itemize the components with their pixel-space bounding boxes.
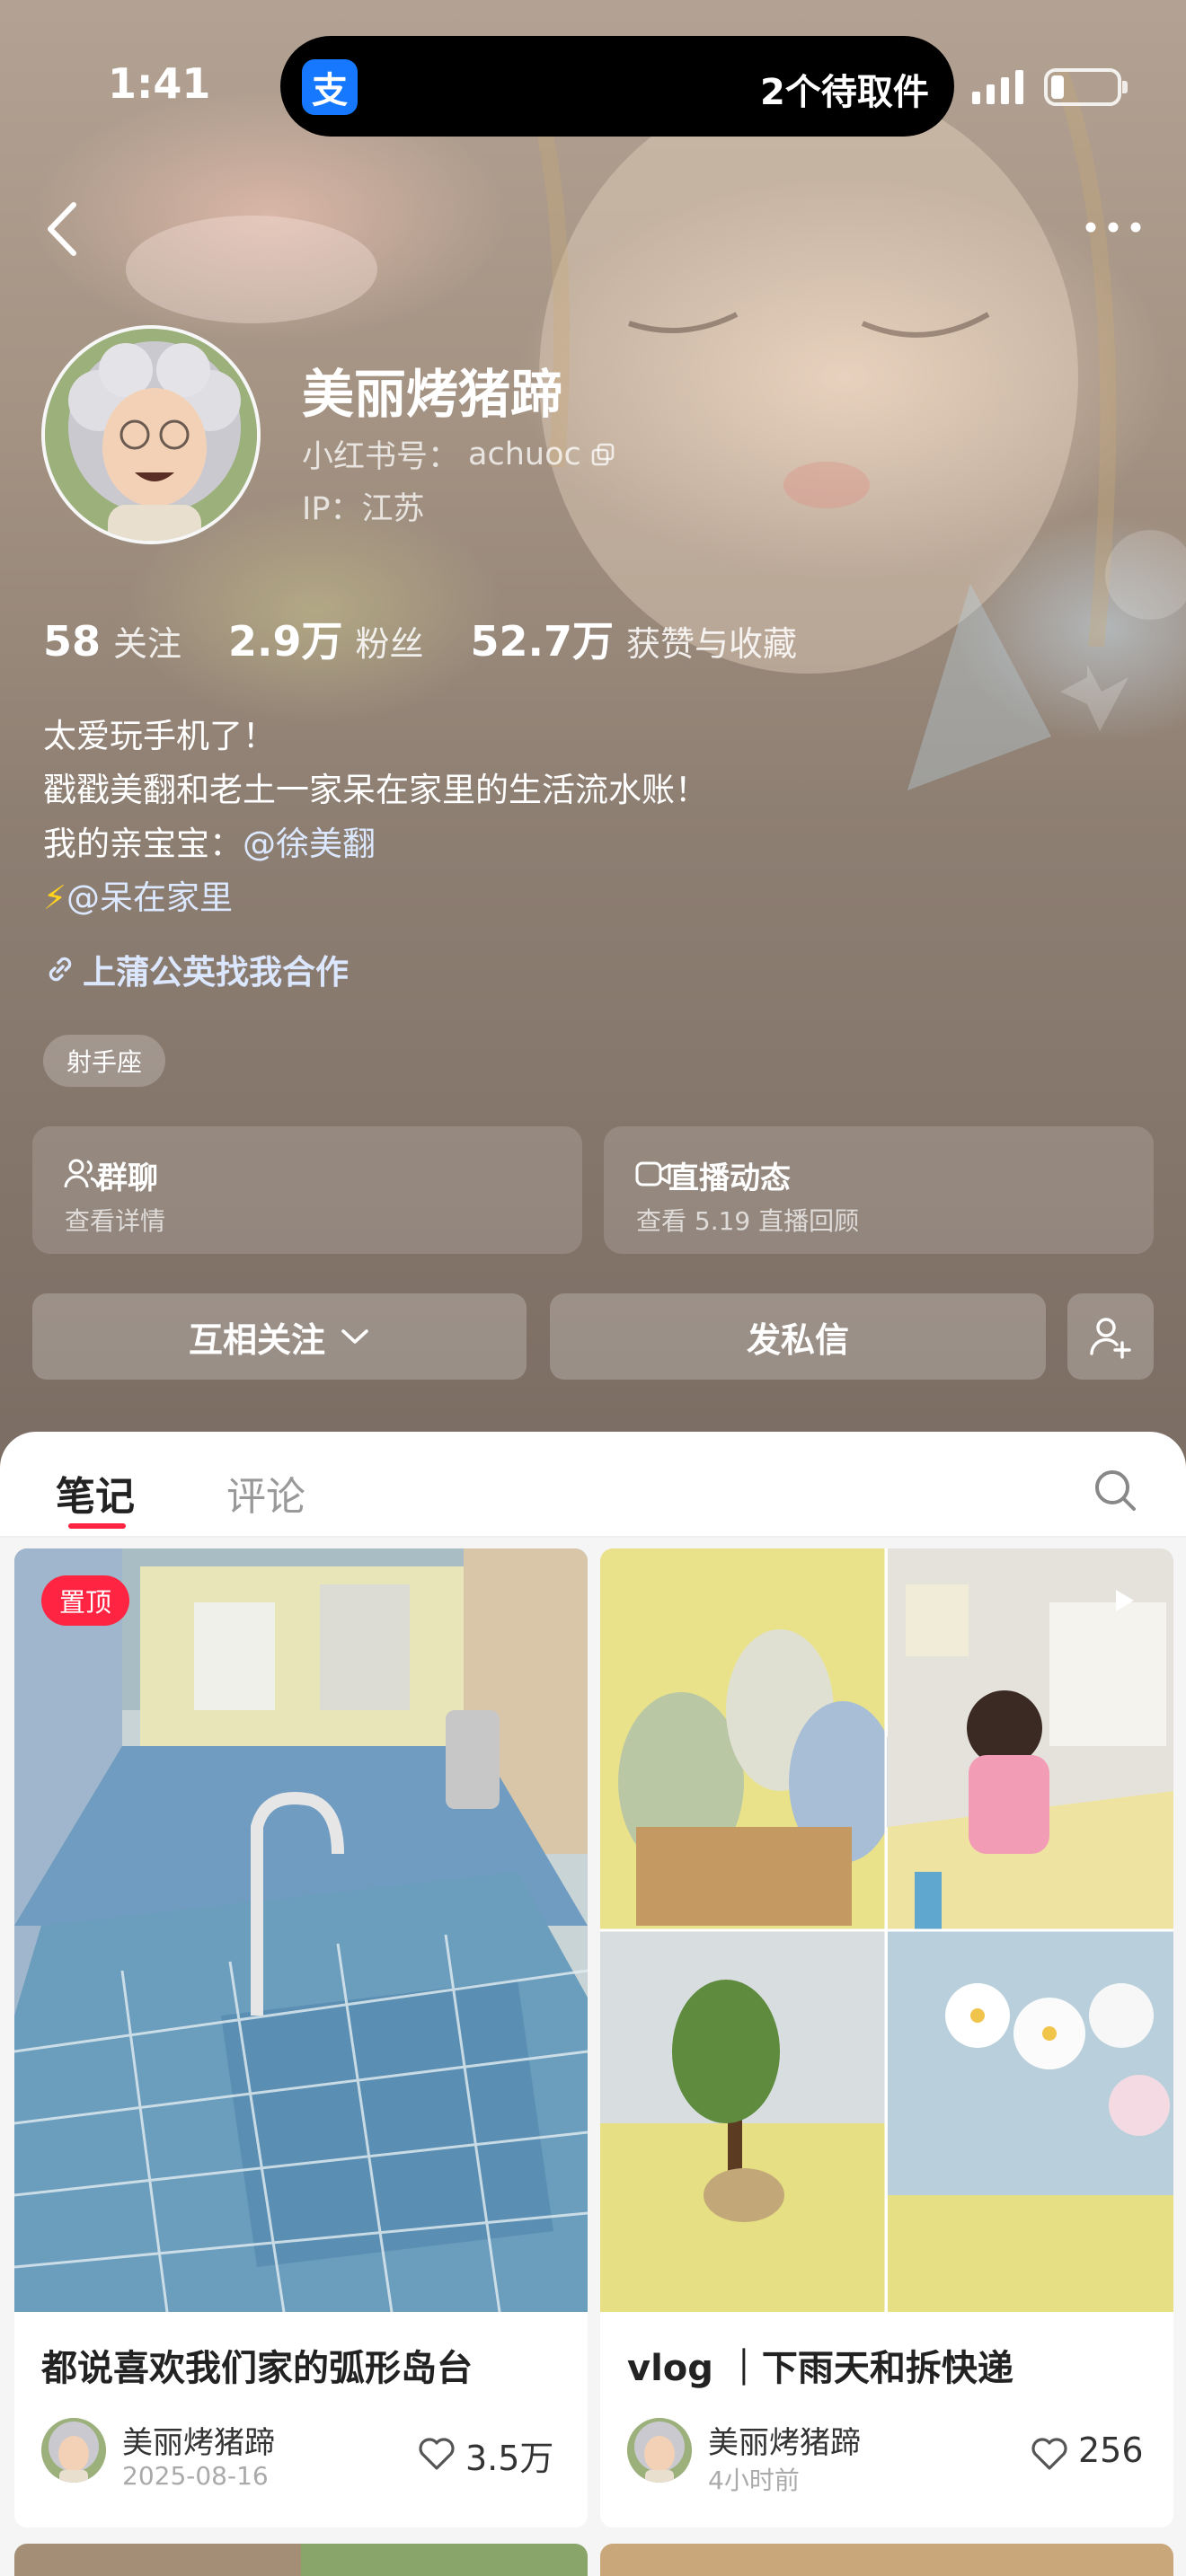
more-icon[interactable] bbox=[1082, 214, 1145, 241]
bio-line: 我的亲宝宝：@徐美翻 bbox=[43, 817, 708, 871]
add-friend-button[interactable] bbox=[1067, 1293, 1154, 1380]
heart-icon[interactable] bbox=[1030, 2436, 1069, 2472]
mention-link[interactable]: @徐美翻 bbox=[243, 825, 376, 863]
note-author-name[interactable]: 美丽烤猪蹄 bbox=[708, 2418, 861, 2462]
group-chat-subtitle: 查看详情 bbox=[65, 1206, 166, 1236]
live-title: 直播动态 bbox=[668, 1160, 791, 1196]
user-id-row[interactable]: 小红书号： achuoc bbox=[302, 431, 615, 477]
live-icon bbox=[635, 1161, 671, 1187]
zodiac-tag: 射手座 bbox=[43, 1035, 166, 1087]
note-cover-image bbox=[600, 1548, 1173, 2312]
stat-label: 获赞与收藏 bbox=[626, 624, 798, 664]
heart-icon[interactable] bbox=[417, 2436, 456, 2472]
signal-icon bbox=[972, 66, 1023, 104]
stat-value: 52.7万 bbox=[470, 617, 615, 666]
note-time: 4小时前 bbox=[708, 2466, 800, 2495]
mutual-follow-label: 互相关注 bbox=[188, 1319, 325, 1360]
link-icon bbox=[49, 957, 72, 982]
send-message-button[interactable]: 发私信 bbox=[550, 1293, 1046, 1380]
user-id-value: achuoc bbox=[468, 436, 581, 472]
note-card-peek[interactable] bbox=[14, 2544, 588, 2576]
search-icon[interactable] bbox=[1093, 1468, 1137, 1513]
chevron-down-icon bbox=[341, 1329, 368, 1344]
alipay-icon[interactable]: 支 bbox=[302, 59, 358, 115]
tab-comments[interactable]: 评论 bbox=[226, 1464, 305, 1522]
ip-location: IP：江苏 bbox=[302, 483, 424, 529]
back-icon[interactable] bbox=[41, 199, 84, 259]
live-card[interactable]: 直播动态 查看 5.19 直播回顾 bbox=[604, 1126, 1154, 1254]
stat-label: 粉丝 bbox=[355, 624, 424, 664]
bio-line: ⚡@呆在家里 bbox=[43, 871, 708, 925]
battery-icon bbox=[1044, 68, 1128, 106]
note-card[interactable]: 置顶 都说喜欢我们家的弧形岛台 美丽烤猪蹄 2025-08-16 3.5万 bbox=[14, 1548, 588, 2527]
stat-following[interactable]: 58 关注 bbox=[43, 616, 181, 666]
group-chat-card[interactable]: 群聊 查看详情 bbox=[32, 1126, 582, 1254]
bio-text: 我的亲宝宝： bbox=[43, 825, 243, 863]
stat-followers[interactable]: 2.9万 粉丝 bbox=[228, 609, 424, 668]
bio-line: 戳戳美翻和老土一家呆在家里的生活流水账！ bbox=[43, 771, 708, 809]
like-count: 3.5万 bbox=[465, 2439, 554, 2478]
user-id-label: 小红书号： bbox=[302, 439, 460, 475]
profile-bio: 太爱玩手机了！ 戳戳美翻和老土一家呆在家里的生活流水账！ 我的亲宝宝：@徐美翻 … bbox=[43, 710, 708, 925]
note-time: 2025-08-16 bbox=[122, 2461, 269, 2491]
group-icon bbox=[64, 1159, 100, 1188]
play-icon bbox=[1116, 1590, 1134, 1611]
note-title: vlog ｜下雨天和拆快递 bbox=[627, 2348, 1013, 2389]
send-message-label: 发私信 bbox=[746, 1319, 849, 1360]
tab-notes[interactable]: 笔记 bbox=[56, 1464, 135, 1522]
pickup-status-text[interactable]: 2个待取件 bbox=[760, 63, 929, 115]
live-subtitle: 查看 5.19 直播回顾 bbox=[636, 1206, 860, 1236]
vlog-collage-photo bbox=[600, 1548, 1173, 2312]
note-cover-image bbox=[14, 1548, 588, 2312]
status-time: 1:41 bbox=[108, 59, 211, 108]
group-chat-title: 群聊 bbox=[97, 1160, 158, 1196]
profile-name: 美丽烤猪蹄 bbox=[302, 364, 563, 425]
cooperation-link-text: 上蒲公英找我合作 bbox=[83, 953, 349, 992]
stat-likes-collections[interactable]: 52.7万 获赞与收藏 bbox=[471, 609, 798, 668]
avatar-image bbox=[45, 329, 257, 541]
ip-value: 江苏 bbox=[361, 491, 425, 527]
note-author-name[interactable]: 美丽烤猪蹄 bbox=[122, 2418, 275, 2462]
like-count: 256 bbox=[1078, 2430, 1144, 2470]
bio-line: 太爱玩手机了！ bbox=[43, 717, 276, 755]
mutual-follow-button[interactable]: 互相关注 bbox=[32, 1293, 527, 1380]
mention-link[interactable]: @呆在家里 bbox=[66, 878, 233, 917]
lightning-emoji: ⚡ bbox=[43, 878, 66, 917]
stat-value: 2.9万 bbox=[228, 617, 343, 666]
add-user-icon bbox=[1090, 1318, 1131, 1359]
note-card-peek[interactable] bbox=[600, 2544, 1173, 2576]
copy-icon[interactable] bbox=[590, 442, 615, 467]
stat-value: 58 bbox=[43, 617, 102, 666]
stat-label: 关注 bbox=[113, 624, 182, 664]
note-author-avatar[interactable] bbox=[41, 2418, 106, 2483]
kitchen-island-photo bbox=[14, 1548, 588, 2312]
note-author-avatar[interactable] bbox=[627, 2418, 692, 2483]
profile-avatar[interactable] bbox=[41, 325, 261, 544]
cooperation-link[interactable]: 上蒲公英找我合作 bbox=[43, 945, 349, 993]
profile-stats: 58 关注 2.9万 粉丝 52.7万 获赞与收藏 bbox=[43, 609, 844, 668]
avatar-image bbox=[627, 2418, 692, 2483]
active-tab-indicator bbox=[68, 1523, 126, 1529]
note-card[interactable]: vlog ｜下雨天和拆快递 美丽烤猪蹄 4小时前 256 bbox=[600, 1548, 1173, 2527]
pinned-badge: 置顶 bbox=[41, 1575, 130, 1626]
ip-label: IP： bbox=[302, 491, 362, 527]
note-title: 都说喜欢我们家的弧形岛台 bbox=[41, 2348, 473, 2389]
avatar-image bbox=[41, 2418, 106, 2483]
